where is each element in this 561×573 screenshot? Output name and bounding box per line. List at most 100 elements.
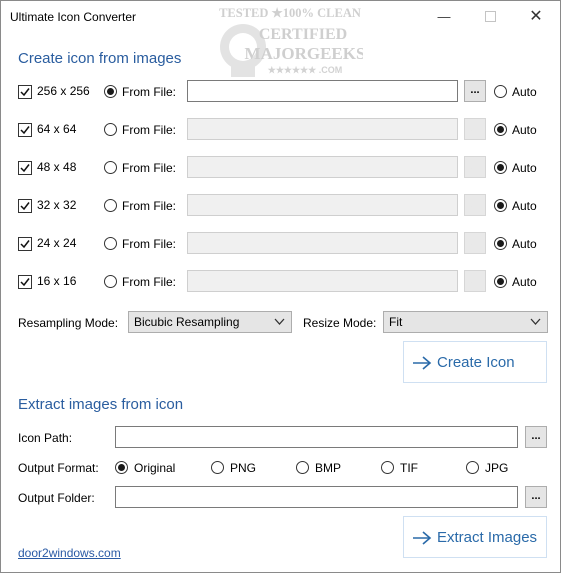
- close-icon: ✕: [529, 8, 543, 25]
- extract-section-title: Extract images from icon: [18, 396, 184, 413]
- size-row: 64 x 64 From File:... Auto: [1, 118, 560, 142]
- size-checkbox[interactable]: [18, 123, 32, 137]
- resampling-mode-value: Bicubic Resampling: [134, 315, 240, 329]
- size-checkbox[interactable]: [18, 275, 32, 289]
- format-radio-png[interactable]: [211, 461, 224, 474]
- from-file-label: From File:: [122, 123, 176, 137]
- auto-radio[interactable]: [494, 237, 507, 250]
- size-checkbox[interactable]: [18, 199, 32, 213]
- check-icon: [20, 126, 30, 135]
- arrow-right-icon: [413, 531, 432, 545]
- resampling-mode-select[interactable]: Bicubic Resampling: [128, 311, 292, 333]
- format-radio-original[interactable]: [115, 461, 128, 474]
- chevron-down-icon: [530, 318, 541, 325]
- check-icon: [20, 88, 30, 97]
- format-label: BMP: [315, 461, 342, 475]
- icon-path-input[interactable]: [115, 426, 518, 448]
- size-label: 24 x 24: [37, 236, 77, 250]
- watermark-line2: CERTIFIED: [259, 26, 347, 43]
- size-label: 16 x 16: [37, 274, 77, 288]
- from-file-label: From File:: [122, 85, 176, 99]
- format-radio-bmp[interactable]: [296, 461, 309, 474]
- size-label: 64 x 64: [37, 122, 77, 136]
- auto-radio[interactable]: [494, 85, 507, 98]
- size-row: 16 x 16 From File:... Auto: [1, 270, 560, 294]
- size-row: 24 x 24 From File:... Auto: [1, 232, 560, 256]
- maximize-icon: [484, 10, 496, 22]
- auto-label: Auto: [512, 161, 537, 175]
- create-icon-label: Create Icon: [437, 354, 515, 371]
- auto-label: Auto: [512, 199, 537, 213]
- output-format-label: Output Format:: [18, 461, 99, 475]
- file-path-input[interactable]: [187, 232, 458, 254]
- auto-radio[interactable]: [494, 275, 507, 288]
- file-path-input[interactable]: [187, 80, 458, 102]
- size-row: 32 x 32 From File:... Auto: [1, 194, 560, 218]
- window-title: Ultimate Icon Converter: [10, 10, 137, 24]
- size-label: 32 x 32: [37, 198, 77, 212]
- extract-images-label: Extract Images: [437, 529, 538, 546]
- browse-button[interactable]: ...: [464, 156, 486, 178]
- resize-mode-label: Resize Mode:: [303, 316, 377, 330]
- icon-path-browse-button[interactable]: ...: [525, 426, 547, 448]
- watermark-line3: MAJORGEEKS: [245, 44, 363, 63]
- extract-images-button[interactable]: Extract Images: [403, 516, 547, 558]
- size-checkbox[interactable]: [18, 85, 32, 99]
- from-file-radio[interactable]: [104, 199, 117, 212]
- browse-button[interactable]: ...: [464, 232, 486, 254]
- size-row: 48 x 48 From File:... Auto: [1, 156, 560, 180]
- close-button[interactable]: ✕: [513, 1, 559, 31]
- from-file-radio[interactable]: [104, 123, 117, 136]
- format-label: TIF: [400, 461, 418, 475]
- resampling-mode-label: Resampling Mode:: [18, 316, 119, 330]
- watermark-line1: TESTED ★100% CLEAN: [219, 6, 361, 20]
- file-path-input[interactable]: [187, 270, 458, 292]
- from-file-radio[interactable]: [104, 237, 117, 250]
- file-path-input[interactable]: [187, 156, 458, 178]
- output-folder-input[interactable]: [115, 486, 518, 508]
- format-radio-jpg[interactable]: [466, 461, 479, 474]
- check-icon: [20, 202, 30, 211]
- file-path-input[interactable]: [187, 118, 458, 140]
- create-icon-button[interactable]: Create Icon: [403, 341, 547, 383]
- check-icon: [20, 278, 30, 287]
- from-file-radio[interactable]: [104, 85, 117, 98]
- auto-label: Auto: [512, 123, 537, 137]
- door2windows-link[interactable]: door2windows.com: [18, 546, 121, 560]
- browse-button[interactable]: ...: [464, 270, 486, 292]
- resize-mode-value: Fit: [389, 315, 403, 329]
- auto-radio[interactable]: [494, 161, 507, 174]
- file-path-input[interactable]: [187, 194, 458, 216]
- minimize-button[interactable]: —: [421, 1, 467, 31]
- browse-button[interactable]: ...: [464, 118, 486, 140]
- check-icon: [20, 240, 30, 249]
- arrow-right-icon: [413, 356, 432, 370]
- icon-path-label: Icon Path:: [18, 431, 73, 445]
- resize-mode-select[interactable]: Fit: [383, 311, 548, 333]
- auto-radio[interactable]: [494, 199, 507, 212]
- output-folder-browse-button[interactable]: ...: [525, 486, 547, 508]
- from-file-label: From File:: [122, 237, 176, 251]
- app-window: Ultimate Icon Converter — ✕ TESTED ★100%…: [0, 0, 561, 573]
- auto-label: Auto: [512, 237, 537, 251]
- size-label: 256 x 256: [37, 84, 90, 98]
- from-file-radio[interactable]: [104, 161, 117, 174]
- majorgeeks-watermark: TESTED ★100% CLEAN CERTIFIED MAJORGEEKS …: [219, 6, 363, 77]
- output-folder-label: Output Folder:: [18, 491, 95, 505]
- browse-button[interactable]: ...: [464, 80, 486, 102]
- size-checkbox[interactable]: [18, 161, 32, 175]
- minimize-icon: —: [437, 8, 451, 24]
- create-section-title: Create icon from images: [18, 50, 182, 67]
- browse-button[interactable]: ...: [464, 194, 486, 216]
- maximize-button[interactable]: [467, 1, 513, 31]
- format-label: PNG: [230, 461, 257, 475]
- format-radio-tif[interactable]: [381, 461, 394, 474]
- auto-radio[interactable]: [494, 123, 507, 136]
- auto-label: Auto: [512, 85, 537, 99]
- format-label: Original: [134, 461, 176, 475]
- from-file-label: From File:: [122, 275, 176, 289]
- chevron-down-icon: [274, 318, 285, 325]
- size-checkbox[interactable]: [18, 237, 32, 251]
- size-row: 256 x 256 From File:... Auto: [1, 80, 560, 104]
- from-file-radio[interactable]: [104, 275, 117, 288]
